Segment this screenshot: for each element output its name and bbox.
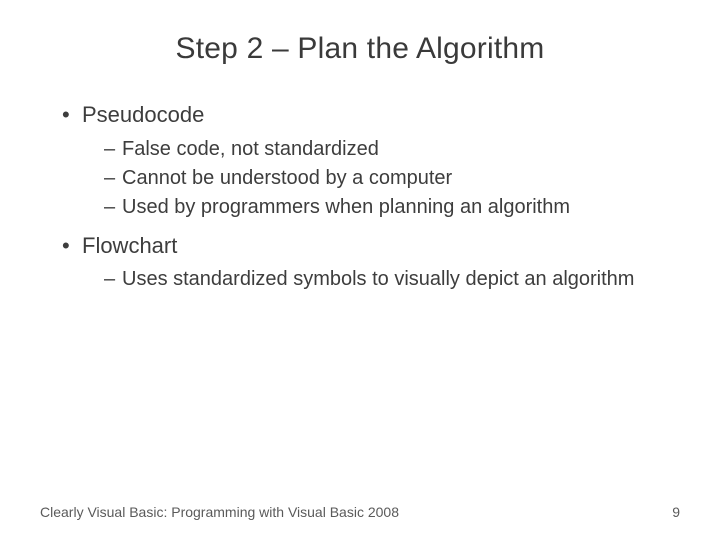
list-item: Cannot be understood by a computer [104, 165, 680, 192]
slide-title: Step 2 – Plan the Algorithm [40, 32, 680, 66]
list-item: Uses standardized symbols to visually de… [104, 266, 680, 293]
bullet-label: Flowchart [82, 233, 177, 258]
list-item: Pseudocode False code, not standardized … [62, 100, 680, 221]
footer-source: Clearly Visual Basic: Programming with V… [40, 504, 399, 520]
slide-footer: Clearly Visual Basic: Programming with V… [40, 504, 680, 520]
sub-list: False code, not standardized Cannot be u… [82, 136, 680, 221]
bullet-label: Pseudocode [82, 102, 204, 127]
bullet-list: Pseudocode False code, not standardized … [40, 100, 680, 293]
page-number: 9 [672, 504, 680, 520]
list-item: False code, not standardized [104, 136, 680, 163]
list-item: Flowchart Uses standardized symbols to v… [62, 231, 680, 294]
sub-list: Uses standardized symbols to visually de… [82, 266, 680, 293]
list-item: Used by programmers when planning an alg… [104, 194, 680, 221]
